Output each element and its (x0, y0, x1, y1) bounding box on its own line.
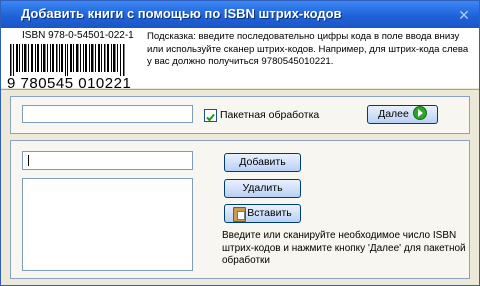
batch-checkbox-label[interactable]: Пакетная обработка (220, 109, 319, 121)
delete-button[interactable]: Удалить (224, 179, 301, 198)
hint-text: Подсказка: введите последовательно цифры… (147, 31, 469, 68)
paste-button[interactable]: Вставить (224, 204, 301, 223)
add-books-isbn-window: Добавить книги с помощью по ISBN штрих-к… (0, 0, 480, 286)
close-icon[interactable]: ✕ (455, 6, 473, 24)
add-button[interactable]: Добавить (224, 153, 301, 172)
window-title: Добавить книги с помощью по ISBN штрих-к… (21, 6, 342, 21)
barcode-icon (10, 44, 125, 76)
text-cursor (28, 155, 29, 166)
next-button[interactable]: Далее (367, 105, 438, 124)
isbn-input[interactable] (22, 105, 193, 123)
divider (1, 89, 479, 90)
batch-help-text: Введите или сканируйте необходимое число… (222, 230, 466, 266)
batch-isbn-input[interactable] (22, 151, 193, 170)
paste-icon (233, 207, 246, 222)
example-area: ISBN 978-0-54501-022-1 9 780545 010221 П… (1, 28, 479, 92)
paste-button-label: Вставить (247, 207, 292, 219)
example-isbn-label: ISBN 978-0-54501-022-1 (22, 30, 134, 41)
isbn-list[interactable] (22, 178, 193, 271)
title-bar[interactable]: Добавить книги с помощью по ISBN штрих-к… (1, 1, 479, 28)
checkbox-check-icon (206, 113, 215, 122)
batch-checkbox[interactable] (204, 109, 217, 122)
next-arrow-icon (412, 106, 427, 121)
next-button-label: Далее (378, 108, 409, 120)
